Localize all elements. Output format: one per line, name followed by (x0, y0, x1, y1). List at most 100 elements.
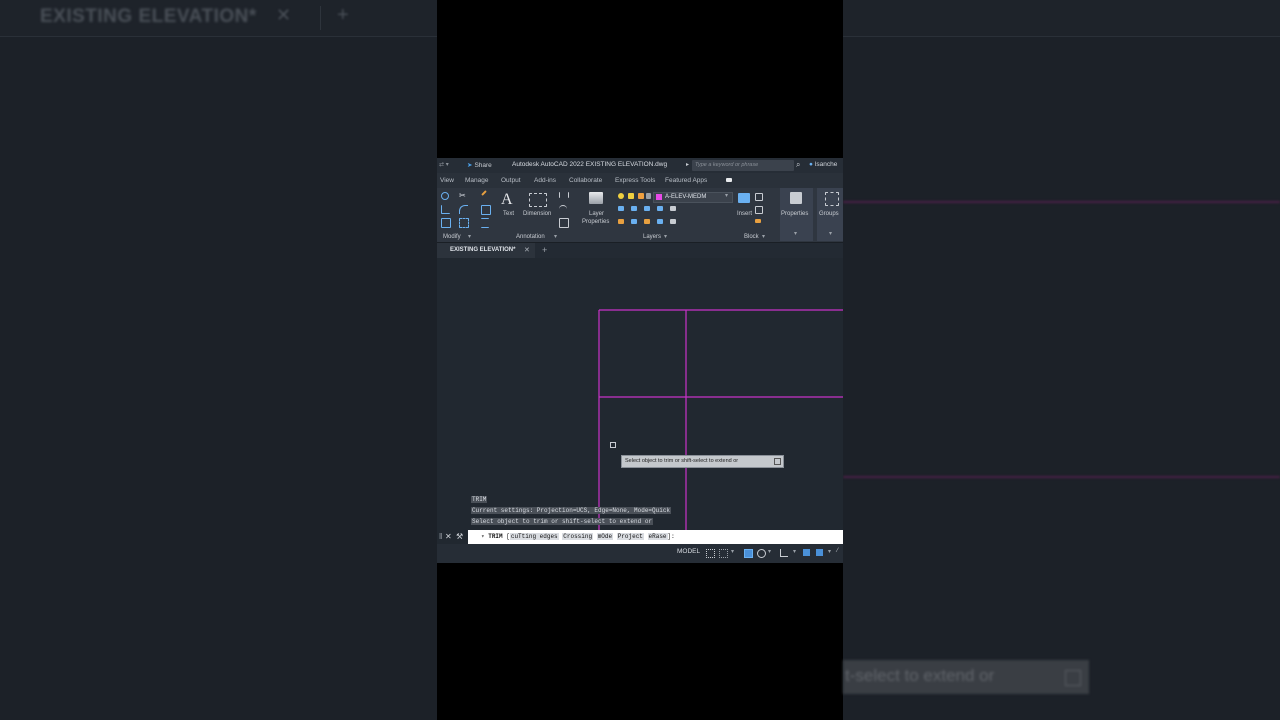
ribbon-panel: ✂ Modify ▾ A Text Dimension Annotation ▾… (437, 188, 843, 243)
close-tab-icon[interactable]: ✕ (524, 246, 530, 254)
layer-properties-icon[interactable] (589, 192, 603, 204)
tab-express-tools[interactable]: Express Tools (615, 177, 655, 184)
model-space-button[interactable]: MODEL (677, 548, 700, 555)
annotation-panel-label[interactable]: Annotation (516, 234, 545, 240)
layer-tool-icon[interactable] (670, 206, 676, 211)
selection-cycling-icon[interactable] (816, 549, 823, 556)
layer-lock-icon[interactable] (638, 193, 644, 199)
block-attribute-icon[interactable] (755, 219, 761, 223)
groups-button[interactable]: Groups ▾ (817, 188, 843, 241)
copy-icon[interactable] (481, 205, 491, 215)
modify-dropdown-icon[interactable]: ▾ (468, 233, 471, 240)
tab-add-ins[interactable]: Add-ins (534, 177, 556, 184)
command-line[interactable]: ‖ ✕ ⚒ ▾ TRIM [cuTting edges Crossing mOd… (437, 530, 843, 544)
quick-access-arrow-icon[interactable]: ⇄ ▾ (439, 161, 449, 168)
rotate-icon[interactable] (441, 192, 449, 200)
layer-tool-icon[interactable] (618, 219, 624, 224)
tab-collaborate[interactable]: Collaborate (569, 177, 602, 184)
dimension-label[interactable]: Dimension (523, 211, 551, 217)
layer-tool-icon[interactable] (644, 206, 650, 211)
fillet-icon[interactable] (459, 205, 468, 214)
tab-manage[interactable]: Manage (465, 177, 489, 184)
background-right-panel: t-select to extend or (843, 0, 1280, 720)
option-erase[interactable]: eRase (647, 533, 668, 540)
trim-icon[interactable]: ✂ (459, 191, 467, 200)
option-crossing[interactable]: Crossing (562, 533, 594, 540)
scale-icon[interactable] (441, 218, 451, 228)
table-icon[interactable] (559, 218, 569, 228)
tab-featured-apps[interactable]: Featured Apps (665, 177, 707, 184)
new-tab-plus-icon[interactable]: + (542, 245, 547, 255)
insert-block-icon[interactable] (738, 193, 750, 203)
layer-tool-icon[interactable] (657, 206, 663, 211)
layer-tool-icon[interactable] (618, 206, 624, 211)
layer-tool-icon[interactable] (670, 219, 676, 224)
command-history-line: TRIM (471, 496, 488, 503)
option-cutting-edges[interactable]: cuTting edges (509, 533, 559, 540)
layer-tool-icon[interactable] (657, 219, 663, 224)
search-icon[interactable]: ⌕ (796, 160, 800, 170)
drawing-canvas[interactable] (437, 258, 843, 530)
properties-dropdown-icon: ▾ (794, 231, 798, 237)
background-left-panel: EXISTING ELEVATION* ✕ + (0, 0, 437, 720)
status-dropdown-icon[interactable]: ▾ (828, 548, 835, 555)
insert-label[interactable]: Insert (737, 211, 752, 217)
tab-output[interactable]: Output (501, 177, 521, 184)
polar-tracking-icon[interactable] (757, 549, 766, 558)
layer-freeze-icon[interactable] (628, 193, 634, 199)
snap-dropdown-icon[interactable]: ▾ (731, 548, 738, 555)
text-icon[interactable]: A (501, 191, 513, 209)
modify-panel-label[interactable]: Modify (443, 234, 461, 240)
tab-view[interactable]: View (440, 177, 454, 184)
layers-panel-label[interactable]: Layers (643, 234, 661, 240)
polar-dropdown-icon[interactable]: ▾ (768, 548, 775, 555)
command-history-line: Current settings: Projection=UCS, Edge=N… (471, 507, 672, 514)
ribbon-toggle-icon[interactable] (726, 178, 732, 182)
command-grip-icon[interactable]: ‖ (439, 532, 442, 541)
user-account[interactable]: ● lsanche (809, 161, 837, 168)
properties-button[interactable]: Properties ▾ (780, 188, 813, 241)
layers-dropdown-icon[interactable]: ▾ (664, 233, 667, 240)
isometric-dropdown-icon[interactable]: ▾ (793, 548, 800, 555)
layer-tool-icon[interactable] (631, 219, 637, 224)
tab-existing-elevation[interactable]: EXISTING ELEVATION* ✕ (437, 243, 535, 258)
background-tooltip: t-select to extend or (843, 660, 1089, 694)
background-plus-icon: + (337, 4, 349, 26)
offset-icon[interactable] (481, 218, 489, 228)
share-button[interactable]: ➤ Share (467, 161, 492, 169)
create-block-icon[interactable] (755, 193, 763, 201)
layer-tool-icon[interactable] (644, 219, 650, 224)
mirror-icon[interactable] (441, 205, 450, 214)
layer-color-icon[interactable] (646, 193, 651, 199)
status-more-icon[interactable]: ⁄ (837, 548, 843, 555)
layer-dropdown-arrow-icon[interactable]: ▾ (725, 192, 728, 199)
layer-dropdown[interactable]: A-ELEV-MEDM (653, 192, 733, 203)
autocad-window: ⇄ ▾ ➤ Share Autodesk AutoCAD 2022 EXISTIN… (437, 158, 843, 563)
option-mode[interactable]: mOde (596, 533, 614, 540)
layer-properties-label-2[interactable]: Properties (582, 219, 609, 225)
layer-on-icon[interactable] (618, 193, 624, 199)
grid-icon[interactable] (706, 549, 715, 558)
dimension-icon[interactable] (529, 193, 547, 207)
annotation-dropdown-icon[interactable]: ▾ (554, 233, 557, 240)
linear-dim-icon[interactable] (559, 192, 569, 198)
object-snap-icon[interactable] (803, 549, 810, 556)
close-command-icon[interactable]: ✕ (445, 532, 452, 541)
block-panel-label[interactable]: Block (744, 234, 759, 240)
text-label[interactable]: Text (503, 211, 514, 217)
share-icon: ➤ (467, 162, 473, 169)
array-icon[interactable] (459, 218, 469, 228)
option-project[interactable]: Project (616, 533, 644, 540)
snap-icon[interactable] (719, 549, 728, 558)
erase-icon[interactable] (481, 190, 487, 196)
layer-properties-label-1[interactable]: Layer (589, 211, 604, 217)
customize-wrench-icon[interactable]: ⚒ (456, 532, 463, 541)
leader-icon[interactable] (559, 205, 567, 214)
ortho-icon[interactable] (744, 549, 753, 558)
command-prompt[interactable]: ▾ TRIM [cuTting edges Crossing mOde Proj… (481, 533, 675, 540)
layer-tool-icon[interactable] (631, 206, 637, 211)
isometric-icon[interactable] (780, 549, 788, 557)
search-input[interactable]: Type a keyword or phrase (692, 160, 794, 171)
block-dropdown-icon[interactable]: ▾ (762, 233, 765, 240)
edit-block-icon[interactable] (755, 206, 763, 214)
